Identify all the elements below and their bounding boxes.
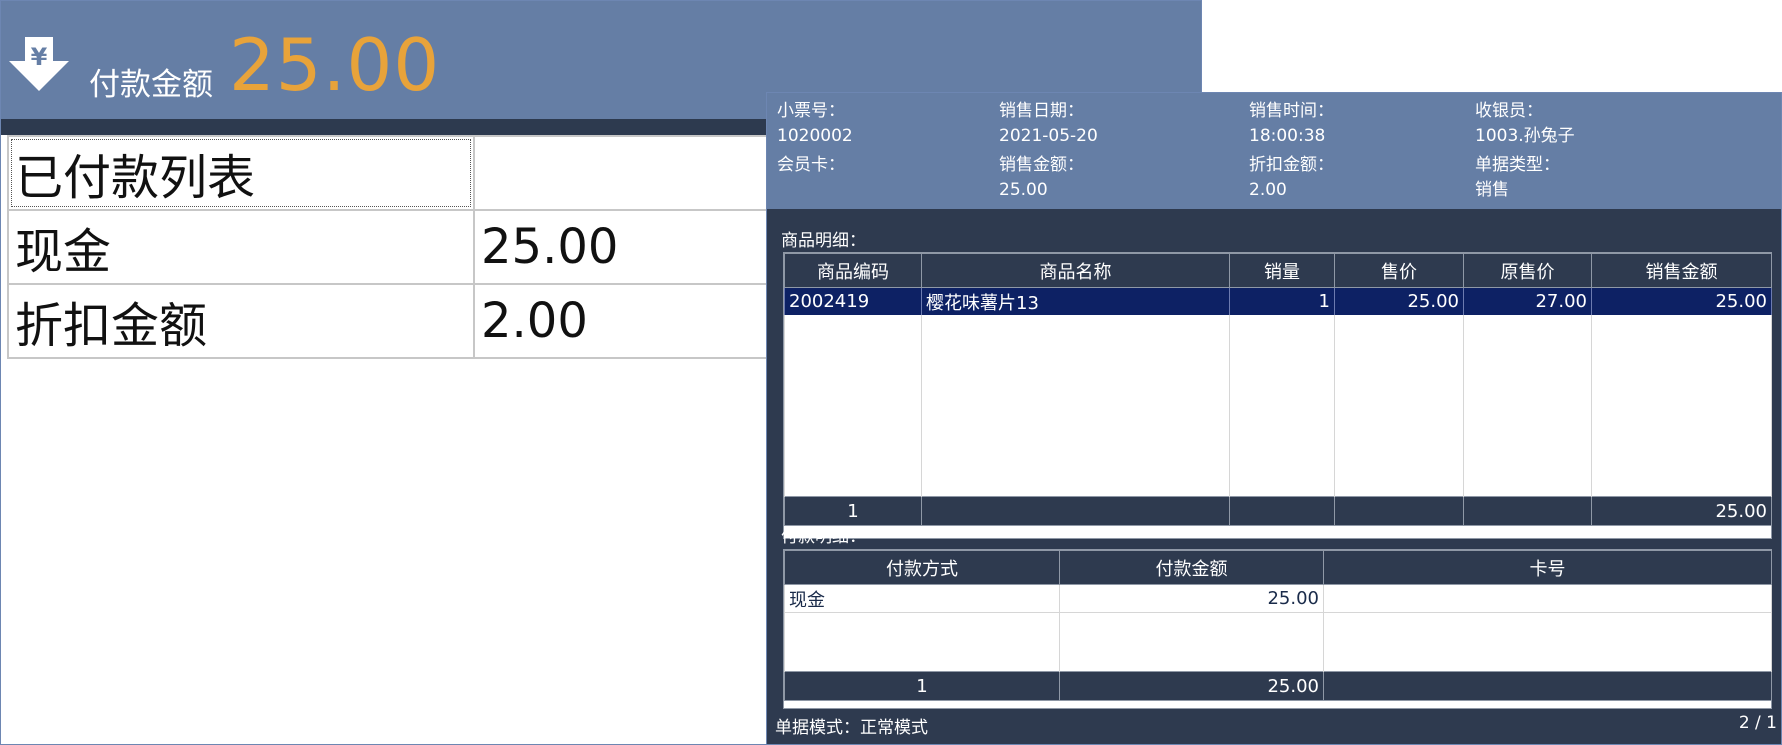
- discount-amount-value: 2.00: [1249, 180, 1287, 200]
- payment-grid: 付款方式 付款金额 卡号 现金 25.00 1 25.00: [783, 549, 1772, 709]
- col-header-card-no[interactable]: 卡号: [1323, 550, 1772, 585]
- cashier-value: 1003.孙兔子: [1475, 126, 1575, 146]
- cashier: 收银员： 1003.孙兔子: [1475, 99, 1575, 149]
- pay-method: 现金: [784, 584, 1060, 613]
- goods-detail-title: 商品明细：: [781, 231, 866, 251]
- ticket-number: 小票号： 1020002: [777, 99, 853, 149]
- paid-method-name: 现金: [7, 209, 475, 285]
- goods-orig-price: 27.00: [1463, 287, 1592, 315]
- col-header-pay-method[interactable]: 付款方式: [784, 550, 1060, 585]
- goods-row-selected[interactable]: 2002419 樱花味薯片13 1 25.00 27.00 25.00: [784, 287, 1772, 315]
- goods-amount: 25.00: [1591, 287, 1772, 315]
- receipt-info-panel: 小票号： 1020002 销售日期： 2021-05-20 销售时间： 18:0…: [767, 93, 1781, 209]
- col-header-price[interactable]: 售价: [1334, 253, 1464, 288]
- ticket-number-value: 1020002: [777, 126, 853, 146]
- sale-date-value: 2021-05-20: [999, 126, 1098, 146]
- pay-amount: 25.00: [1059, 584, 1324, 613]
- document-type: 单据类型： 销售: [1475, 153, 1560, 203]
- goods-grid: 商品编码 商品名称 销量 售价 原售价 销售金额 2002419 樱花味薯片13…: [783, 252, 1772, 539]
- goods-empty-area: [784, 315, 1772, 497]
- sale-date: 销售日期： 2021-05-20: [999, 99, 1098, 149]
- payment-amount-label: 付款金额: [89, 67, 213, 103]
- col-header-qty[interactable]: 销量: [1229, 253, 1335, 288]
- sale-amount: 销售金额： 25.00: [999, 153, 1084, 203]
- goods-total-amount: 25.00: [1591, 496, 1772, 526]
- payment-empty-area: [784, 612, 1772, 672]
- paid-method-name: 折扣金额: [7, 283, 475, 359]
- sale-amount-value: 25.00: [999, 180, 1048, 200]
- discount-amount: 折扣金额： 2.00: [1249, 153, 1334, 203]
- col-header-orig-price[interactable]: 原售价: [1463, 253, 1592, 288]
- payment-amount-value: 25.00: [229, 23, 441, 107]
- receipt-detail-window: 小票号： 1020002 销售日期： 2021-05-20 销售时间： 18:0…: [766, 92, 1782, 745]
- payment-row[interactable]: 现金 25.00: [784, 584, 1772, 613]
- pay-card: [1323, 584, 1772, 613]
- col-header-pay-amount[interactable]: 付款金额: [1059, 550, 1324, 585]
- goods-name: 樱花味薯片13: [921, 287, 1230, 315]
- document-type-value: 销售: [1475, 180, 1509, 200]
- svg-text:¥: ¥: [31, 43, 48, 71]
- page-indicator: 2 / 1: [1738, 713, 1777, 733]
- sale-time-value: 18:00:38: [1249, 126, 1326, 146]
- goods-total-row: 1 25.00: [784, 496, 1772, 526]
- payment-total-amount: 25.00: [1059, 671, 1324, 701]
- payment-detail-title: 付款明细：: [781, 527, 866, 547]
- paid-list-title[interactable]: 已付款列表: [7, 135, 475, 211]
- payment-grid-header: 付款方式 付款金额 卡号: [784, 550, 1772, 585]
- goods-price: 25.00: [1334, 287, 1464, 315]
- col-header-amount[interactable]: 销售金额: [1591, 253, 1772, 288]
- yen-download-icon: ¥: [9, 37, 69, 91]
- col-header-code[interactable]: 商品编码: [784, 253, 922, 288]
- payment-total-count: 1: [784, 671, 1060, 701]
- goods-qty: 1: [1229, 287, 1335, 315]
- payment-total-row: 1 25.00: [784, 671, 1772, 701]
- member-card: 会员卡：: [777, 155, 845, 175]
- goods-grid-header: 商品编码 商品名称 销量 售价 原售价 销售金额: [784, 253, 1772, 288]
- sale-time: 销售时间： 18:00:38: [1249, 99, 1334, 149]
- goods-code: 2002419: [784, 287, 922, 315]
- col-header-name[interactable]: 商品名称: [921, 253, 1230, 288]
- document-mode-status: 单据模式：正常模式: [775, 718, 928, 738]
